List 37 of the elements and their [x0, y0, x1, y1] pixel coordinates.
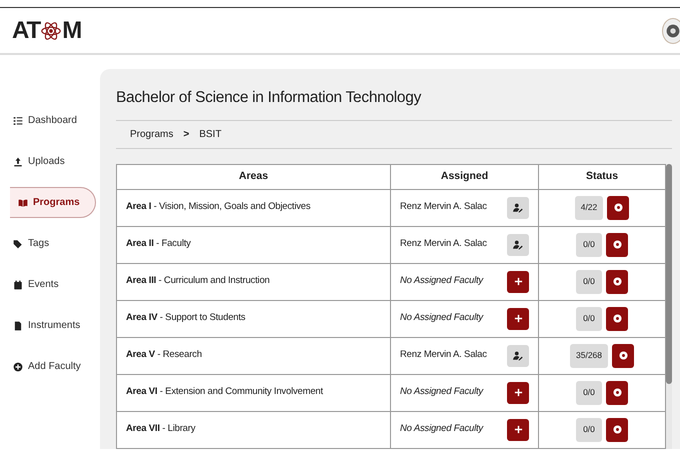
- no-assigned-text: No Assigned Faculty: [400, 311, 483, 326]
- status-count: 0/0: [576, 270, 602, 294]
- page-title: Bachelor of Science in Information Technology: [116, 89, 422, 108]
- sidebar-item[interactable]: Instruments: [0, 310, 96, 341]
- logo-text: M: [62, 18, 82, 42]
- area-name: Area III - Curriculum and Instruction: [126, 275, 270, 286]
- status-count: 0/0: [576, 418, 602, 442]
- no-assigned-text: No Assigned Faculty: [400, 385, 483, 400]
- area-name: Area I - Vision, Mission, Goals and Objectives: [126, 201, 310, 212]
- sidebar-item[interactable]: Dashboard: [0, 105, 96, 136]
- area-name: Area IV - Support to Students: [126, 312, 246, 324]
- faculty-name: Renz Mervin A. Salac: [400, 237, 487, 252]
- faculty-name: Renz Mervin A. Salac: [400, 348, 487, 362]
- sidebar-item[interactable]: Add Faculty: [0, 351, 96, 382]
- sidebar-item[interactable]: Uploads: [0, 146, 96, 177]
- no-assigned-text: No Assigned Faculty: [400, 274, 483, 288]
- area-name: Area VII - Library: [126, 423, 196, 434]
- breadcrumb-separator: >: [183, 128, 190, 142]
- faculty-name: Renz Mervin A. Salac: [400, 200, 487, 214]
- no-assigned-text: No Assigned Faculty: [400, 422, 483, 436]
- status-count: 0/0: [576, 380, 602, 405]
- area-name: Area VI - Extension and Community Involvement: [126, 386, 323, 398]
- logo-text: AT: [12, 18, 40, 42]
- breadcrumb-item[interactable]: Programs: [130, 126, 174, 142]
- status-count: 0/0: [576, 232, 602, 257]
- sidebar-item[interactable]: Tags: [0, 228, 96, 259]
- status-count: 35/268: [570, 344, 608, 368]
- column-header: Status: [538, 164, 666, 190]
- sidebar-item[interactable]: Programs: [10, 187, 96, 218]
- sidebar-item[interactable]: Events: [0, 269, 96, 300]
- column-header: Assigned: [390, 164, 538, 190]
- status-count: 0/0: [576, 306, 602, 331]
- area-name: Area II - Faculty: [126, 238, 191, 250]
- column-header: Areas: [116, 164, 390, 190]
- status-count: 4/22: [574, 196, 604, 220]
- area-name: Area V - Research: [126, 349, 202, 360]
- breadcrumb-item[interactable]: BSIT: [199, 126, 222, 142]
